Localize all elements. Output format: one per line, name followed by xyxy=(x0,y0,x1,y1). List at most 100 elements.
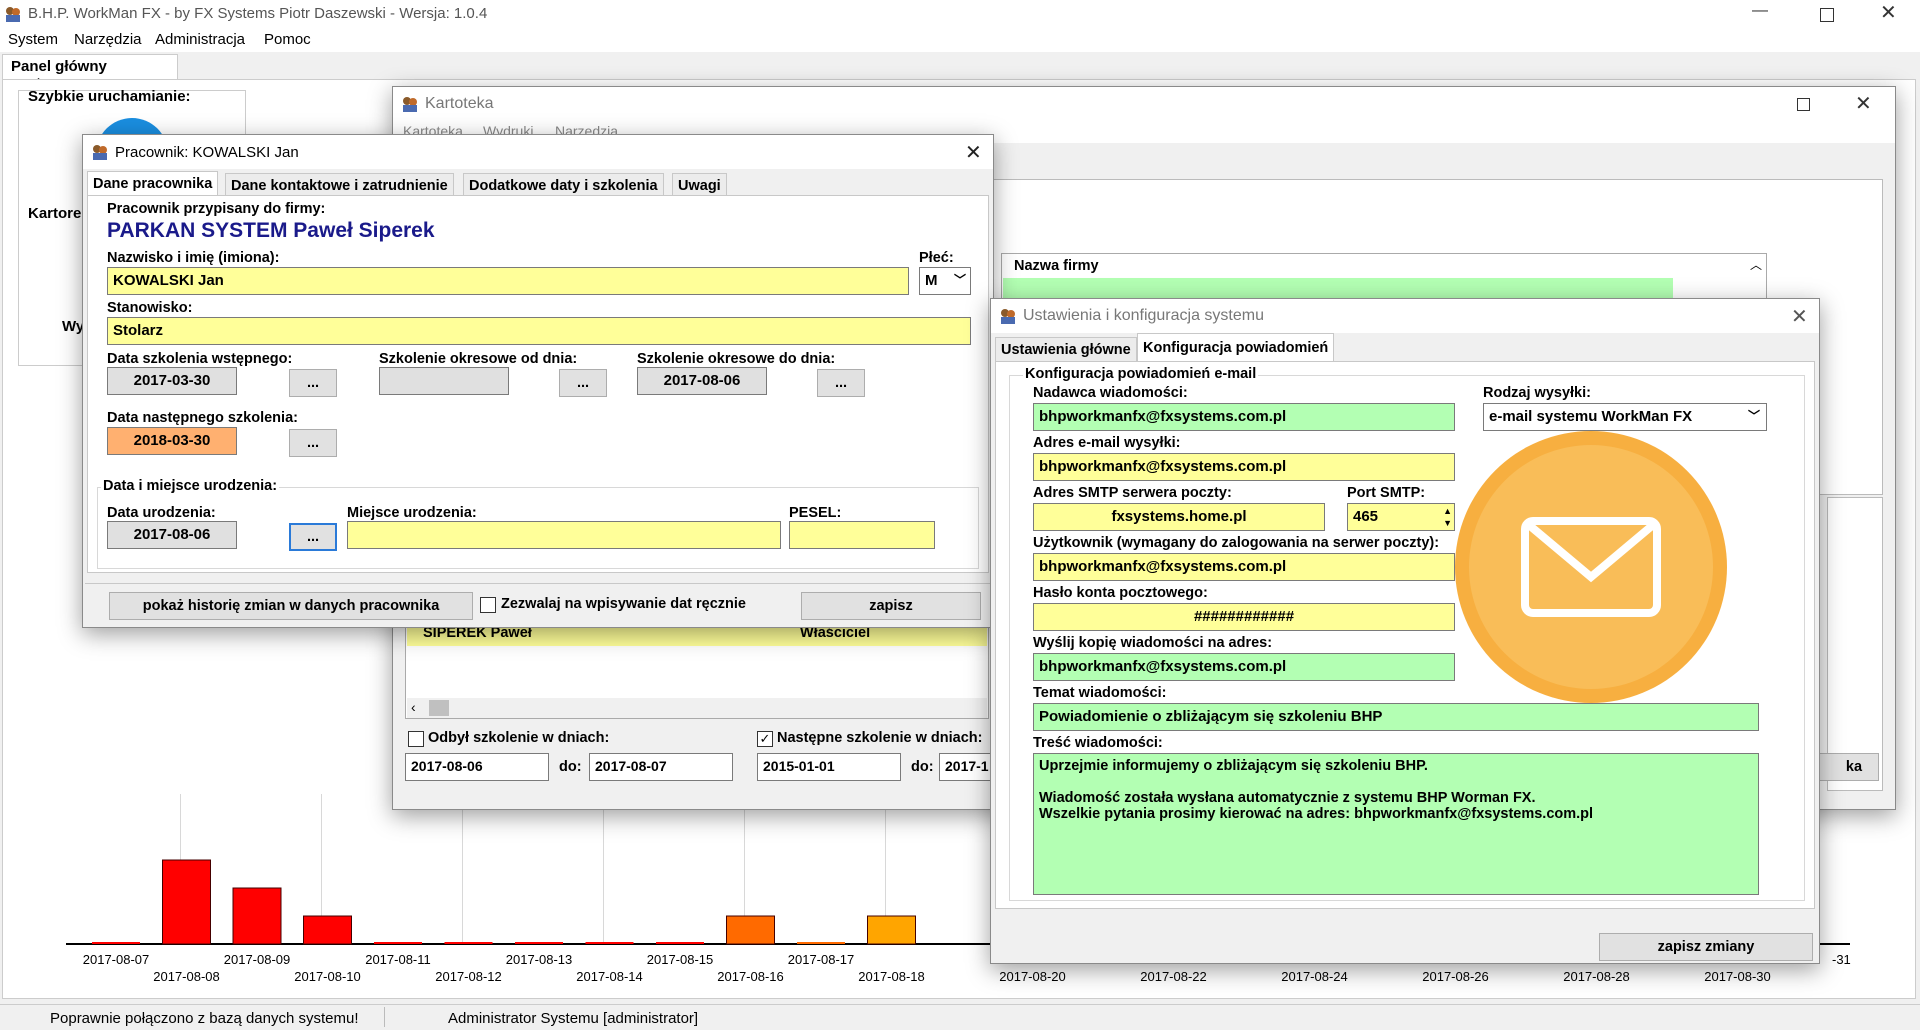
tab-dane-kontaktowe[interactable]: Dane kontaktowe i zatrudnienie xyxy=(225,173,454,195)
chart-bar xyxy=(867,915,916,945)
pracownik-footer-divider xyxy=(85,583,991,584)
tab-dane-pracownika[interactable]: Dane pracownika xyxy=(87,171,219,195)
next-training-label: Data następnego szkolenia: xyxy=(107,410,298,426)
ustawienia-icon xyxy=(999,307,1017,325)
pesel-input[interactable] xyxy=(789,521,935,549)
menu-bar: System Narzędzia Administracja Pomoc xyxy=(0,28,1920,52)
kartoteka-close-icon[interactable]: ✕ xyxy=(1855,91,1872,116)
birth-date-picker-button[interactable]: ... xyxy=(289,523,337,551)
copy-input[interactable]: bhpworkmanfx@fxsystems.com.pl xyxy=(1033,653,1455,681)
initial-training-label: Data szkolenia wstępnego: xyxy=(107,351,293,367)
next-training-checkbox[interactable]: ✓ xyxy=(757,731,773,747)
tab-ustawienia-glowne[interactable]: Ustawienia główne xyxy=(995,337,1137,361)
completed-date-to[interactable]: 2017-08-07 xyxy=(589,753,733,781)
send-address-input[interactable]: bhpworkmanfx@fxsystems.com.pl xyxy=(1033,453,1455,481)
pracownik-icon xyxy=(91,143,109,161)
menu-pomoc[interactable]: Pomoc xyxy=(264,31,311,48)
birth-date[interactable]: 2017-08-06 xyxy=(107,521,237,549)
close-icon[interactable]: ✕ xyxy=(1880,0,1897,25)
menu-system[interactable]: System xyxy=(8,31,58,48)
port-spinner-icon[interactable]: ▲ ▼ xyxy=(1443,505,1452,529)
main-titlebar: B.H.P. WorkMan FX - by FX Systems Piotr … xyxy=(0,0,1920,28)
ustawienia-save-button[interactable]: zapisz zmiany xyxy=(1599,933,1813,961)
manual-dates-checkbox[interactable] xyxy=(480,597,496,613)
completed-training-checkbox[interactable] xyxy=(408,731,424,747)
scroll-up-icon[interactable]: ︿ xyxy=(1750,256,1762,273)
next-training-picker-button[interactable]: ... xyxy=(289,429,337,457)
chart-x-tick-label: 2017-08-10 xyxy=(294,969,361,984)
sender-input[interactable]: bhpworkmanfx@fxsystems.com.pl xyxy=(1033,403,1455,431)
body-line-1: Uprzejmie informujemy o zbliżającym się … xyxy=(1039,758,1428,774)
tab-uwagi[interactable]: Uwagi xyxy=(672,173,727,195)
completed-do-label: do: xyxy=(559,759,582,775)
left-fragment-2: Wy xyxy=(62,318,85,335)
periodic-from-picker-button[interactable]: ... xyxy=(559,369,607,397)
restore-icon[interactable] xyxy=(1820,8,1834,22)
chart-x-tick-label: 2017-08-22 xyxy=(1140,969,1207,984)
password-input[interactable]: ############ xyxy=(1033,603,1455,631)
periodic-to-date[interactable]: 2017-08-06 xyxy=(637,367,767,395)
periodic-from-date[interactable] xyxy=(379,367,509,395)
quick-launch-label: Szybkie uruchamianie: xyxy=(28,88,191,105)
chart-x-tick-label: 2017-08-17 xyxy=(788,952,855,967)
position-input[interactable]: Stolarz xyxy=(107,317,971,345)
next-date-from[interactable]: 2015-01-01 xyxy=(757,753,901,781)
status-connection: Poprawnie połączono z bazą danych system… xyxy=(50,1010,359,1027)
scroll-thumb[interactable] xyxy=(429,700,449,716)
employee-list[interactable]: SIPEREK Paweł Właściciel ‹ xyxy=(405,621,989,719)
smtp-input[interactable]: fxsystems.home.pl xyxy=(1033,503,1325,531)
initial-training-picker-button[interactable]: ... xyxy=(289,369,337,397)
body-label: Treść wiadomości: xyxy=(1033,735,1163,751)
menu-administracja[interactable]: Administracja xyxy=(155,31,245,48)
subject-input[interactable]: Powiadomienie o zbliżającym się szkoleni… xyxy=(1033,703,1759,731)
history-button[interactable]: pokaż historię zmian w danych pracownika xyxy=(109,592,473,620)
birth-place-input[interactable] xyxy=(347,521,781,549)
ustawienia-close-icon[interactable]: ✕ xyxy=(1791,304,1808,329)
completed-date-from[interactable]: 2017-08-06 xyxy=(405,753,549,781)
user-input[interactable]: bhpworkmanfx@fxsystems.com.pl xyxy=(1033,553,1455,581)
minimize-icon[interactable]: — xyxy=(1752,2,1768,20)
chart-bar xyxy=(515,942,563,944)
horizontal-scrollbar[interactable]: ‹ xyxy=(407,698,987,718)
chart-x-tick-label: 2017-08-24 xyxy=(1281,969,1348,984)
chart-x-tick-label: 2017-08-30 xyxy=(1704,969,1771,984)
port-label: Port SMTP: xyxy=(1347,485,1426,501)
tab-panel-glowny[interactable]: Panel główny systemu xyxy=(2,54,178,92)
chart-bar xyxy=(92,942,140,944)
chart-bar xyxy=(585,942,634,944)
chart-x-tick-label: 2017-08-07 xyxy=(83,952,150,967)
scroll-left-icon[interactable]: ‹ xyxy=(411,699,416,715)
chart-x-tick-label: 2017-08-12 xyxy=(435,969,502,984)
pracownik-window: Pracownik: KOWALSKI Jan ✕ Dane pracownik… xyxy=(82,134,994,628)
chart-x-tick-label: 2017-08-08 xyxy=(153,969,220,984)
kartoteka-title: Kartoteka xyxy=(425,95,494,112)
envelope-badge xyxy=(1455,431,1727,703)
initial-training-date[interactable]: 2017-03-30 xyxy=(107,367,237,395)
gender-select[interactable]: M ﹀ xyxy=(919,267,971,295)
manual-dates-label: Zezwalaj na wpisywanie dat ręcznie xyxy=(501,596,746,612)
periodic-to-picker-button[interactable]: ... xyxy=(817,369,865,397)
kartoteka-maximize-icon[interactable] xyxy=(1797,98,1810,111)
sender-label: Nadawca wiadomości: xyxy=(1033,385,1188,401)
tab-dodatkowe-daty[interactable]: Dodatkowe daty i szkolenia xyxy=(463,173,664,195)
tab-konfiguracja-powiadomien[interactable]: Konfiguracja powiadomień xyxy=(1137,333,1335,361)
company-name: PARKAN SYSTEM Paweł Siperek xyxy=(107,219,435,242)
pracownik-title: Pracownik: KOWALSKI Jan xyxy=(115,143,299,161)
body-textarea[interactable]: Uprzejmie informujemy o zbliżającym się … xyxy=(1033,753,1759,895)
birth-place-label: Miejsce urodzenia: xyxy=(347,505,477,521)
next-do-label: do: xyxy=(911,759,934,775)
user-label: Użytkownik (wymagany do zalogowania na s… xyxy=(1033,535,1440,551)
pracownik-save-button[interactable]: zapisz xyxy=(801,592,981,620)
name-input[interactable]: KOWALSKI Jan xyxy=(107,267,909,295)
chart-bar xyxy=(303,915,352,945)
pracownik-close-icon[interactable]: ✕ xyxy=(965,140,982,165)
status-bar: Poprawnie połączono z bazą danych system… xyxy=(0,1004,1920,1030)
next-training-date[interactable]: 2018-03-30 xyxy=(107,427,237,455)
password-label: Hasło konta pocztowego: xyxy=(1033,585,1208,601)
chart-x-tick-label: 2017-08-09 xyxy=(224,952,291,967)
port-input[interactable]: 465 ▲ ▼ xyxy=(1347,503,1455,531)
pracownik-titlebar: Pracownik: KOWALSKI Jan xyxy=(83,135,993,169)
menu-narzedzia[interactable]: Narzędzia xyxy=(74,31,142,48)
send-type-select[interactable]: e-mail systemu WorkMan FX ﹀ xyxy=(1483,403,1767,431)
chart-bar xyxy=(797,942,845,944)
